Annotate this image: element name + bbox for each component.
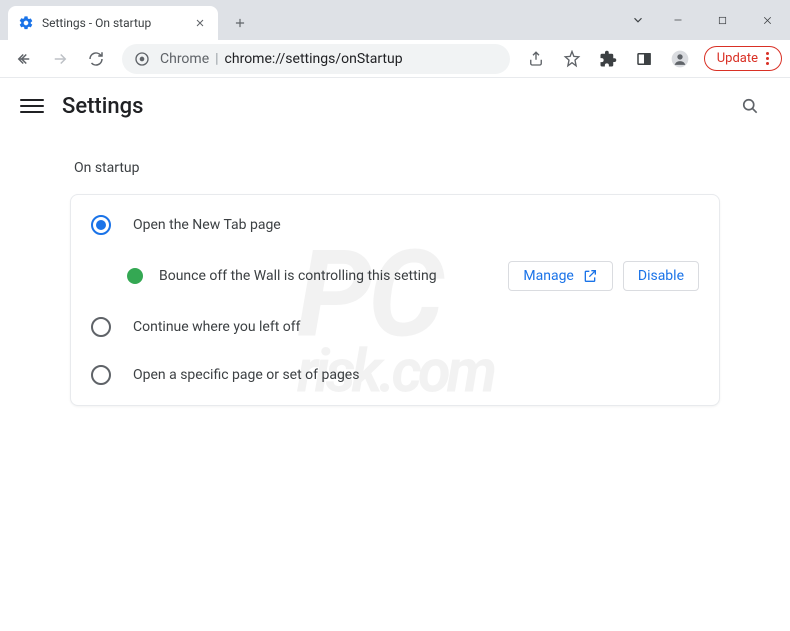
chrome-icon <box>134 51 150 67</box>
url-separator: | <box>215 51 218 67</box>
startup-card: Open the New Tab page Bounce off the Wal… <box>70 194 720 406</box>
disable-label: Disable <box>638 268 684 284</box>
option-label: Open a specific page or set of pages <box>133 367 359 383</box>
radio-unchecked[interactable] <box>91 317 111 337</box>
extensions-icon[interactable] <box>592 43 624 75</box>
window-controls <box>621 0 790 40</box>
disable-button[interactable]: Disable <box>623 261 699 291</box>
gear-icon <box>18 15 34 31</box>
back-button[interactable] <box>8 43 40 75</box>
extension-message: Bounce off the Wall is controlling this … <box>159 268 498 284</box>
profile-icon[interactable] <box>664 43 696 75</box>
share-icon[interactable] <box>520 43 552 75</box>
sidepanel-icon[interactable] <box>628 43 660 75</box>
radio-unchecked[interactable] <box>91 365 111 385</box>
close-window-button[interactable] <box>745 5 790 35</box>
tab-title: Settings - On startup <box>42 16 192 30</box>
update-button[interactable]: Update <box>704 46 782 71</box>
section-title: On startup <box>70 160 720 176</box>
new-tab-button[interactable] <box>226 9 254 37</box>
settings-header: Settings <box>0 78 790 134</box>
option-label: Open the New Tab page <box>133 217 281 233</box>
browser-toolbar: Chrome | chrome://settings/onStartup Upd… <box>0 40 790 78</box>
close-tab-icon[interactable] <box>192 15 208 31</box>
url-text: chrome://settings/onStartup <box>225 51 403 67</box>
option-continue[interactable]: Continue where you left off <box>71 303 719 351</box>
option-label: Continue where you left off <box>133 319 301 335</box>
minimize-button[interactable] <box>655 5 700 35</box>
extension-indicator-icon <box>127 268 143 284</box>
extension-notice: Bounce off the Wall is controlling this … <box>71 249 719 303</box>
bookmark-icon[interactable] <box>556 43 588 75</box>
settings-content: On startup Open the New Tab page Bounce … <box>0 134 790 406</box>
option-new-tab[interactable]: Open the New Tab page <box>71 201 719 249</box>
forward-button[interactable] <box>44 43 76 75</box>
kebab-menu-icon <box>766 52 769 65</box>
reload-button[interactable] <box>80 43 112 75</box>
url-prefix: Chrome <box>160 51 209 67</box>
external-link-icon <box>582 268 598 284</box>
page-title: Settings <box>62 94 143 119</box>
radio-checked[interactable] <box>91 215 111 235</box>
hamburger-menu-icon[interactable] <box>20 94 44 118</box>
chevron-down-icon[interactable] <box>621 5 655 35</box>
search-button[interactable] <box>730 86 770 126</box>
option-specific-page[interactable]: Open a specific page or set of pages <box>71 351 719 399</box>
window-titlebar: Settings - On startup <box>0 0 790 40</box>
maximize-button[interactable] <box>700 5 745 35</box>
manage-label: Manage <box>523 268 573 284</box>
address-bar[interactable]: Chrome | chrome://settings/onStartup <box>122 44 510 74</box>
browser-tab[interactable]: Settings - On startup <box>8 6 218 40</box>
update-label: Update <box>717 51 758 66</box>
manage-button[interactable]: Manage <box>508 261 612 291</box>
